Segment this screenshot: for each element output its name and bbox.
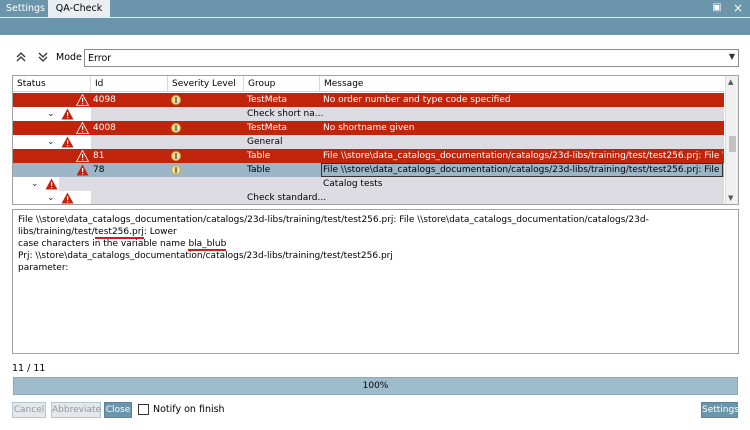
group-bar: [91, 135, 724, 149]
group-label: Check standard...: [247, 193, 327, 203]
detail-parameter: parameter:: [18, 263, 69, 273]
severity-icon: [171, 123, 181, 133]
tab-bar: Settings QA-Check ▣ ×: [0, 0, 750, 17]
collapse-all-icon[interactable]: [15, 51, 27, 65]
close-button[interactable]: Close: [104, 402, 132, 418]
scroll-down-icon[interactable]: ▼: [728, 194, 733, 202]
progress-label: 100%: [362, 381, 389, 391]
group-bar: [59, 177, 724, 191]
row-message: File \\store\data_catalogs_documentation…: [323, 151, 723, 161]
header-strip: [0, 17, 750, 35]
vertical-scrollbar[interactable]: ▲ ▼: [725, 76, 738, 204]
row-id: 4008: [93, 123, 116, 133]
table-row[interactable]: 4098 TestMeta No order number and type c…: [13, 93, 724, 107]
notify-label: Notify on finish: [153, 404, 225, 415]
row-message: File \\store\data_catalogs_documentation…: [321, 163, 723, 177]
row-id: 4098: [93, 95, 116, 105]
detail-text: case characters in the variable name: [18, 239, 189, 249]
grid-header: Status Id Severity Level Group Message: [13, 76, 724, 92]
message-detail-panel: File \\store\data_catalogs_documentation…: [12, 209, 739, 354]
group-bar: [91, 191, 724, 204]
settings-button[interactable]: Settings: [701, 402, 739, 418]
mode-label: Mode: [56, 52, 82, 63]
mode-select[interactable]: Error ▼: [84, 49, 739, 67]
warning-icon: [76, 94, 89, 106]
chevron-down-icon[interactable]: ⌄: [47, 191, 55, 204]
detail-text: : Lower: [143, 227, 177, 237]
chevron-down-icon[interactable]: ⌄: [31, 177, 39, 191]
row-group: Table: [247, 151, 271, 161]
row-group: TestMeta: [247, 95, 288, 105]
warning-icon: [45, 178, 58, 190]
result-counter: 11 / 11: [12, 363, 46, 374]
table-row[interactable]: 81 Table File \\store\data_catalogs_docu…: [13, 149, 724, 163]
notify-checkbox[interactable]: [138, 404, 149, 415]
column-header-message[interactable]: Message: [320, 76, 724, 92]
abbreviate-button[interactable]: Abbreviate: [51, 402, 101, 418]
mode-selected-value: Error: [88, 53, 112, 64]
group-row[interactable]: ⌄ Catalog tests: [13, 177, 724, 191]
chevron-down-icon: ▼: [728, 52, 735, 61]
table-row-selected[interactable]: 78 Table File \\store\data_catalogs_docu…: [13, 163, 724, 177]
warning-icon: [76, 164, 89, 176]
restore-icon[interactable]: ▣: [710, 1, 724, 15]
tab-settings[interactable]: Settings: [0, 0, 48, 17]
group-label: Catalog tests: [323, 179, 383, 189]
chevron-down-icon[interactable]: ⌄: [47, 135, 55, 149]
severity-icon: [171, 151, 181, 161]
expand-all-icon[interactable]: [37, 51, 49, 65]
warning-icon: [76, 122, 89, 134]
group-row[interactable]: ⌄ Check standard...: [13, 191, 724, 204]
progress-bar: 100%: [13, 377, 738, 395]
warning-icon: [61, 136, 74, 148]
row-message: No shortname given: [323, 123, 415, 133]
group-row[interactable]: ⌄ General: [13, 135, 724, 149]
column-header-severity[interactable]: Severity Level: [168, 76, 244, 92]
warning-icon: [61, 192, 74, 204]
group-label: General: [247, 137, 283, 147]
cancel-button[interactable]: Cancel: [12, 402, 46, 418]
row-id: 81: [93, 151, 105, 161]
row-group: Table: [247, 165, 271, 175]
severity-icon: [171, 95, 181, 105]
warning-icon: [61, 108, 74, 120]
warning-icon: [76, 150, 89, 162]
tab-qa-check[interactable]: QA-Check: [48, 0, 110, 17]
group-bar: [91, 107, 724, 121]
severity-icon: [171, 165, 181, 175]
chevron-down-icon[interactable]: ⌄: [47, 107, 55, 121]
column-header-id[interactable]: Id: [91, 76, 168, 92]
close-icon[interactable]: ×: [731, 1, 745, 15]
row-id: 78: [93, 165, 105, 175]
group-label: Check short na...: [247, 109, 324, 119]
column-header-status[interactable]: Status: [13, 76, 91, 92]
row-message: No order number and type code specified: [323, 95, 511, 105]
scroll-thumb[interactable]: [729, 136, 736, 152]
detail-prj: Prj: \\store\data_catalogs_documentation…: [18, 251, 393, 261]
row-group: TestMeta: [247, 123, 288, 133]
table-row[interactable]: 4008 TestMeta No shortname given: [13, 121, 724, 135]
scroll-up-icon[interactable]: ▲: [728, 78, 733, 86]
results-grid[interactable]: Status Id Severity Level Group Message 4…: [12, 75, 739, 205]
group-row[interactable]: ⌄ Check short na...: [13, 107, 724, 121]
column-header-group[interactable]: Group: [244, 76, 320, 92]
